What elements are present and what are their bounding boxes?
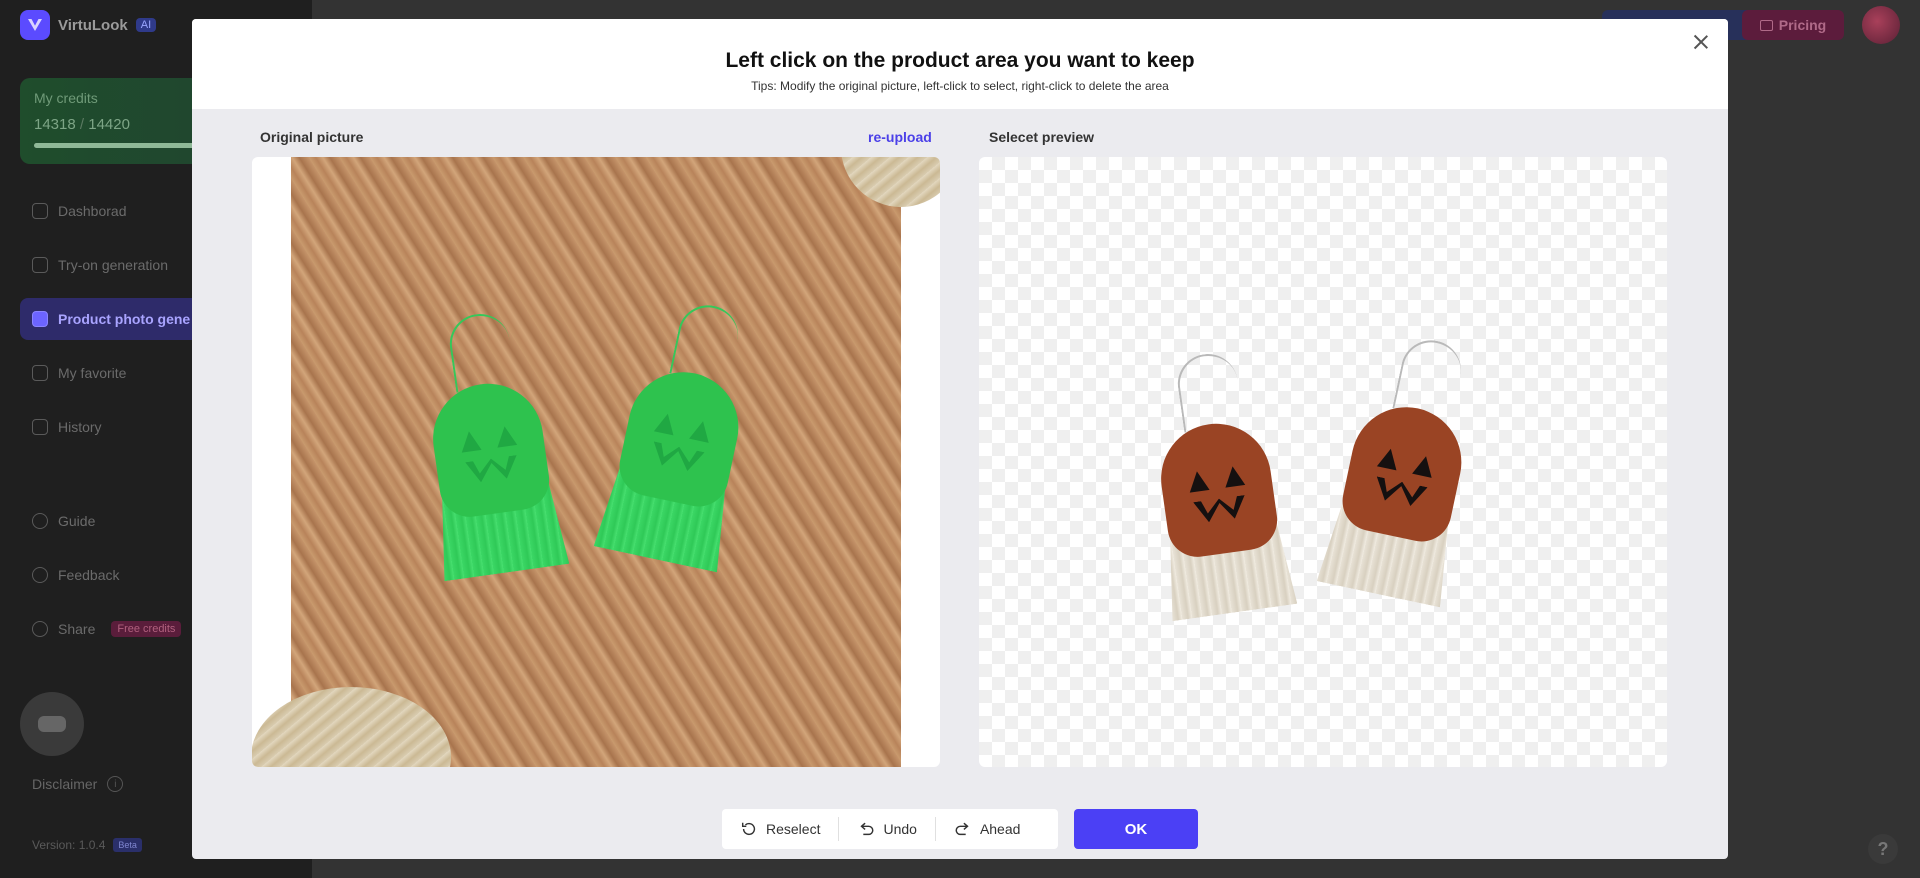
pricing-label: Pricing <box>1778 17 1827 33</box>
disclaimer-label: Disclaimer <box>32 776 98 792</box>
ai-badge: AI <box>135 18 157 32</box>
app-logo[interactable]: VirtuLook AI <box>20 10 157 40</box>
version-label: Version: 1.0.4 <box>32 838 106 852</box>
heart-icon <box>32 365 48 381</box>
reselect-button[interactable]: Reselect <box>722 817 838 841</box>
reupload-link[interactable]: re-upload <box>868 129 932 145</box>
avatar[interactable] <box>1862 6 1900 44</box>
pricing-icon <box>1759 19 1773 31</box>
sidebar-item-label: Try-on generation <box>58 257 168 273</box>
original-photo[interactable] <box>252 157 940 767</box>
help-button[interactable]: ? <box>1868 834 1898 864</box>
sidebar-item-label: Product photo gene <box>58 311 191 327</box>
modal-header: Left click on the product area you want … <box>192 19 1728 109</box>
disclaimer-link[interactable]: Disclaimer i <box>32 776 124 792</box>
ahead-button[interactable]: Ahead <box>934 817 1038 841</box>
undo-label: Undo <box>883 821 917 837</box>
modal-tips: Tips: Modify the original picture, left-… <box>751 79 1169 93</box>
undo-button[interactable]: Undo <box>838 817 934 841</box>
sidebar-item-label: My favorite <box>58 365 127 381</box>
tryon-icon <box>32 257 48 273</box>
edit-toolbar: Reselect Undo Ahead <box>722 809 1058 849</box>
close-icon[interactable] <box>1688 29 1714 55</box>
product-select-modal: Left click on the product area you want … <box>192 19 1728 859</box>
info-icon: i <box>107 776 124 792</box>
share-icon <box>32 621 48 637</box>
ahead-label: Ahead <box>979 821 1021 837</box>
redo-icon <box>955 822 969 836</box>
credits-total: 14420 <box>88 116 130 133</box>
wicker-basket-corner <box>841 157 940 207</box>
credits-used: 14318 <box>34 116 76 133</box>
original-picture-label: Original picture <box>260 129 364 145</box>
beta-badge: Beta <box>113 838 142 852</box>
clock-icon <box>32 419 48 435</box>
logo-icon <box>20 10 50 40</box>
sidebar-item-label: History <box>58 419 102 435</box>
modal-title: Left click on the product area you want … <box>725 49 1195 72</box>
dashboard-icon <box>32 203 48 219</box>
pricing-button[interactable]: Pricing <box>1742 10 1844 40</box>
chat-icon[interactable] <box>20 692 84 756</box>
sidebar-item-label: Dashborad <box>58 203 127 219</box>
app-name: VirtuLook <box>58 16 128 34</box>
selection-preview-canvas <box>979 157 1667 767</box>
ok-button[interactable]: OK <box>1074 809 1198 849</box>
reselect-label: Reselect <box>766 821 821 837</box>
version-info: Version: 1.0.4 Beta <box>32 838 142 852</box>
sidebar-item-label: Feedback <box>58 567 120 583</box>
feedback-icon <box>32 567 48 583</box>
undo-icon <box>860 822 874 836</box>
wicker-basket-corner <box>252 687 451 767</box>
preview-label: Selecet preview <box>989 129 1095 145</box>
sidebar-item-label: Guide <box>58 513 96 529</box>
sidebar-item-label: Share <box>58 621 96 637</box>
guide-icon <box>32 513 48 529</box>
reselect-icon <box>741 822 756 836</box>
free-credits-badge: Free credits <box>111 621 182 637</box>
original-picture-canvas[interactable] <box>252 157 940 767</box>
product-photo-icon <box>32 311 48 327</box>
